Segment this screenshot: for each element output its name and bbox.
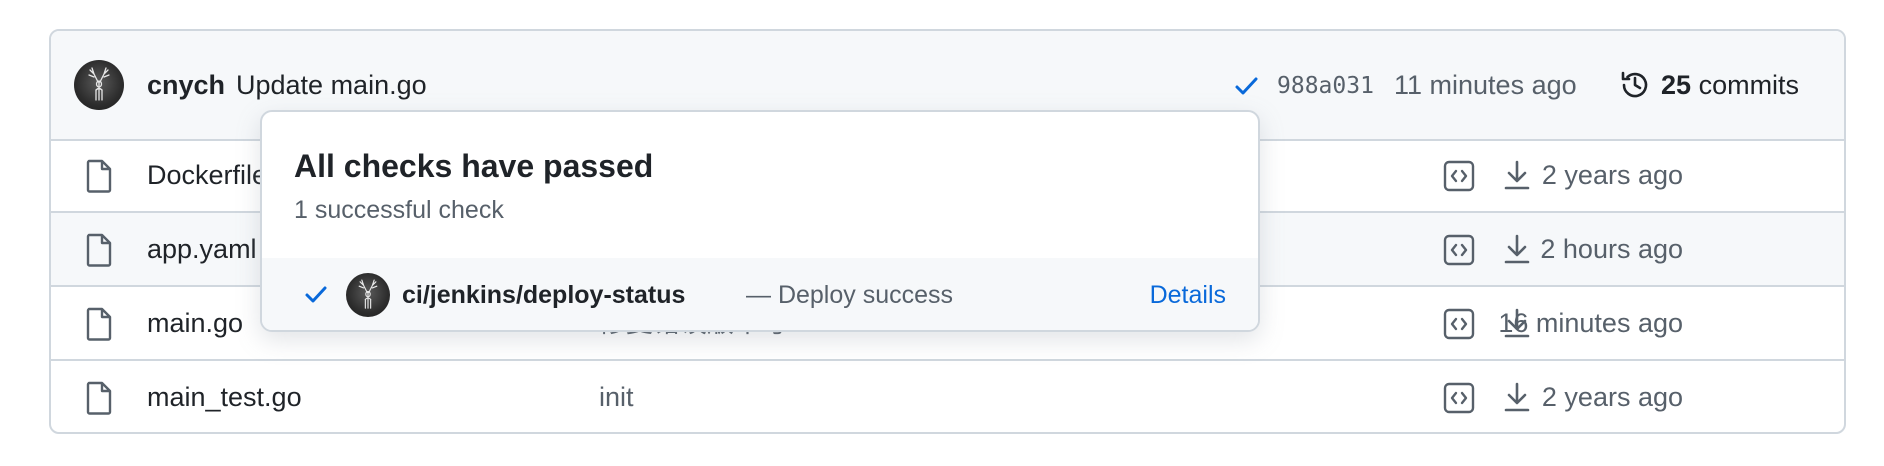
file-name[interactable]: Dockerfile [147, 158, 267, 192]
file-row[interactable]: main_test.go init 2 years ago [51, 361, 1844, 432]
popover-subtitle: 1 successful check [294, 196, 504, 224]
file-commit-message[interactable]: init [599, 380, 634, 414]
commit-count-link[interactable]: 25 commits [1661, 68, 1799, 102]
commit-author[interactable]: cnych [147, 68, 225, 102]
file-time: 2 years ago [1541, 382, 1683, 412]
check-avatar [346, 273, 390, 317]
commit-message[interactable]: Update main.go [236, 68, 427, 102]
file-name[interactable]: main_test.go [147, 380, 302, 414]
code-square-icon[interactable] [1442, 381, 1476, 415]
file-icon [86, 381, 112, 415]
code-square-icon[interactable] [1442, 307, 1476, 341]
download-icon[interactable] [1500, 380, 1534, 414]
file-icon [86, 307, 112, 341]
commit-sha[interactable]: 988a031 [1277, 70, 1374, 102]
file-name[interactable]: main.go [147, 306, 243, 340]
commit-time: 11 minutes ago [1394, 70, 1577, 100]
download-icon[interactable] [1500, 158, 1534, 192]
check-icon [305, 286, 327, 303]
check-details-link[interactable]: Details [1150, 279, 1226, 311]
history-icon[interactable] [1618, 68, 1652, 102]
file-name[interactable]: app.yaml [147, 232, 257, 266]
file-time: 2 hours ago [1540, 234, 1683, 264]
code-square-icon[interactable] [1442, 159, 1476, 193]
file-icon [86, 233, 112, 267]
download-icon[interactable] [1500, 306, 1534, 340]
commit-count: 25 [1661, 70, 1692, 100]
check-row: ci/jenkins/deploy-status — Deploy succes… [262, 258, 1258, 330]
commit-count-label: commits [1698, 70, 1800, 100]
check-name: ci/jenkins/deploy-status [402, 281, 686, 309]
check-icon[interactable] [1231, 71, 1261, 101]
popover-title: All checks have passed [294, 148, 654, 184]
checks-popover: All checks have passed 1 successful chec… [260, 110, 1260, 332]
code-square-icon[interactable] [1442, 233, 1476, 267]
file-time: 2 years ago [1541, 160, 1683, 190]
download-icon[interactable] [1500, 232, 1534, 266]
file-icon [86, 159, 112, 193]
check-description: — Deploy success [746, 281, 954, 309]
author-avatar[interactable] [74, 60, 124, 110]
